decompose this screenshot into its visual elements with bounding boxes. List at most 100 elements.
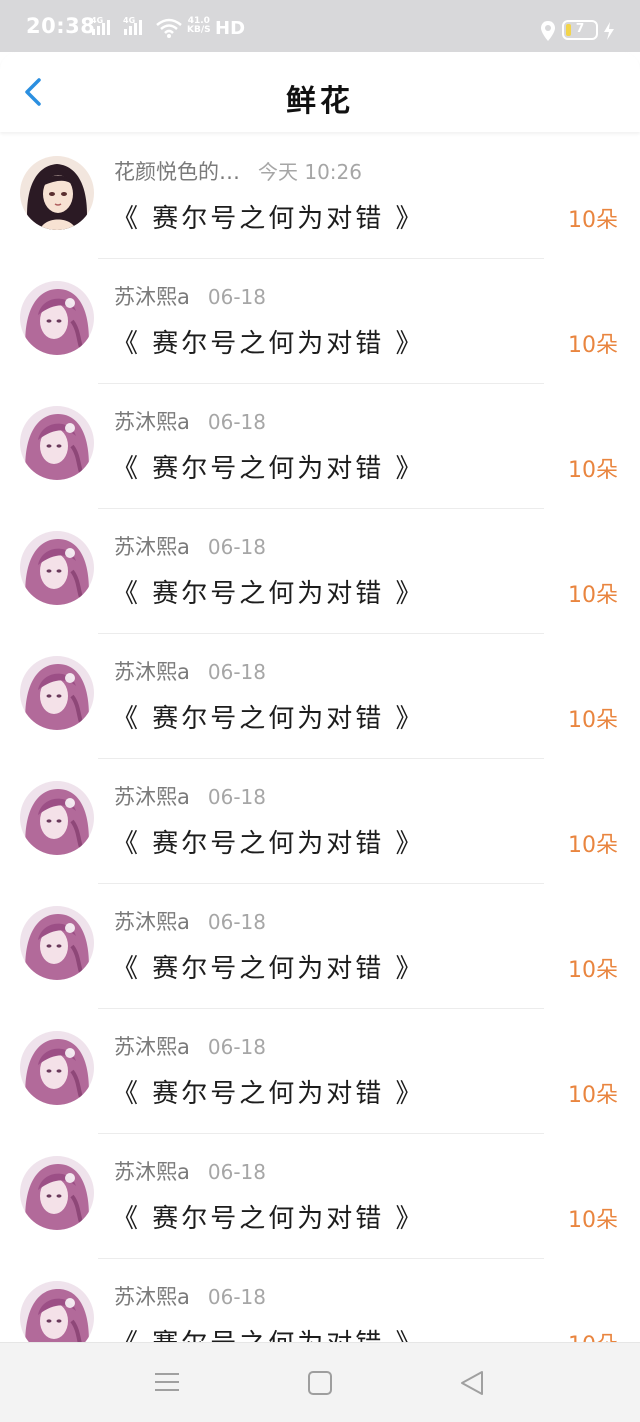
flower-count: 10朵 <box>568 833 618 858</box>
timestamp: 今天 10:26 <box>258 160 362 184</box>
back-triangle-icon[interactable] <box>458 1369 486 1397</box>
list-item-meta: 苏沐熙a 06-18 <box>114 531 266 561</box>
list-item-meta: 苏沐熙a 06-18 <box>114 1156 266 1186</box>
timestamp: 06-18 <box>207 1160 266 1184</box>
list-item-meta: 苏沐熙a 06-18 <box>114 406 266 436</box>
list-item[interactable]: 苏沐熙a 06-18 《 赛尔号之何为对错 》 10朵 <box>0 259 640 384</box>
list-item[interactable]: 苏沐熙a 06-18 《 赛尔号之何为对错 》 10朵 <box>0 384 640 509</box>
list-item-meta: 苏沐熙a 06-18 <box>114 281 266 311</box>
flower-count: 10朵 <box>568 708 618 733</box>
system-nav-bar <box>0 1342 640 1422</box>
location-icon <box>541 21 555 41</box>
hd-label: HD <box>215 18 246 39</box>
timestamp: 06-18 <box>207 660 266 684</box>
timestamp: 06-18 <box>207 535 266 559</box>
menu-icon[interactable] <box>154 1371 180 1393</box>
list-item-meta: 苏沐熙a 06-18 <box>114 1281 266 1311</box>
status-bar: 20:38 4G 4G 41.0 KB/S HD 7 <box>0 0 640 52</box>
username[interactable]: 苏沐熙a <box>114 910 190 934</box>
work-title[interactable]: 《 赛尔号之何为对错 》 <box>112 698 425 735</box>
anime-girl-pink-hair-avatar <box>20 906 94 980</box>
list-item-meta: 苏沐熙a 06-18 <box>114 656 266 686</box>
home-icon[interactable] <box>308 1371 332 1395</box>
page-title: 鲜花 <box>286 84 354 119</box>
list-item[interactable]: 苏沐熙a 06-18 《 赛尔号之何为对错 》 10朵 <box>0 509 640 634</box>
anime-girl-dark-hair-avatar <box>20 156 94 230</box>
avatar[interactable] <box>20 281 94 355</box>
username[interactable]: 苏沐熙a <box>114 285 190 309</box>
avatar[interactable] <box>20 1031 94 1105</box>
network-speed-unit: KB/S <box>187 25 211 35</box>
work-title[interactable]: 《 赛尔号之何为对错 》 <box>112 1323 425 1342</box>
username[interactable]: 苏沐熙a <box>114 660 190 684</box>
anime-girl-pink-hair-avatar <box>20 406 94 480</box>
list-item-meta: 苏沐熙a 06-18 <box>114 906 266 936</box>
list-item-meta: 苏沐熙a 06-18 <box>114 781 266 811</box>
signal-icon: 4G <box>91 16 110 35</box>
anime-girl-pink-hair-avatar <box>20 281 94 355</box>
battery-level: 7 <box>575 21 585 35</box>
work-title[interactable]: 《 赛尔号之何为对错 》 <box>112 1073 425 1110</box>
flower-count: 10朵 <box>568 208 618 233</box>
list-item[interactable]: 苏沐熙a 06-18 《 赛尔号之何为对错 》 10朵 <box>0 1009 640 1134</box>
flower-count: 10朵 <box>568 958 618 983</box>
timestamp: 06-18 <box>207 410 266 434</box>
work-title[interactable]: 《 赛尔号之何为对错 》 <box>112 323 425 360</box>
work-title[interactable]: 《 赛尔号之何为对错 》 <box>112 198 425 235</box>
wifi-icon <box>156 18 182 38</box>
username[interactable]: 花颜悦色的… <box>114 160 240 184</box>
work-title[interactable]: 《 赛尔号之何为对错 》 <box>112 823 425 860</box>
flower-list: 花颜悦色的… 今天 10:26 《 赛尔号之何为对错 》 10朵 苏沐熙a 06-1… <box>0 134 640 1342</box>
avatar[interactable] <box>20 156 94 230</box>
network-speed: 41.0 KB/S <box>187 17 211 35</box>
battery-icon: 7 <box>562 20 598 40</box>
list-item[interactable]: 苏沐熙a 06-18 《 赛尔号之何为对错 》 10朵 <box>0 1259 640 1342</box>
timestamp: 06-18 <box>207 910 266 934</box>
avatar[interactable] <box>20 906 94 980</box>
timestamp: 06-18 <box>207 1285 266 1309</box>
network-type-label: 4G <box>123 16 136 25</box>
network-type-label: 4G <box>91 16 104 25</box>
username[interactable]: 苏沐熙a <box>114 1035 190 1059</box>
list-item[interactable]: 花颜悦色的… 今天 10:26 《 赛尔号之何为对错 》 10朵 <box>0 134 640 259</box>
avatar[interactable] <box>20 781 94 855</box>
status-time: 20:38 <box>26 14 96 38</box>
flower-count: 10朵 <box>568 333 618 358</box>
username[interactable]: 苏沐熙a <box>114 535 190 559</box>
avatar[interactable] <box>20 1156 94 1230</box>
avatar[interactable] <box>20 1281 94 1342</box>
anime-girl-pink-hair-avatar <box>20 1031 94 1105</box>
anime-girl-pink-hair-avatar <box>20 781 94 855</box>
app-header: 鲜花 <box>0 52 640 132</box>
flower-count: 10朵 <box>568 1208 618 1233</box>
list-item[interactable]: 苏沐熙a 06-18 《 赛尔号之何为对错 》 10朵 <box>0 1134 640 1259</box>
avatar[interactable] <box>20 406 94 480</box>
flower-count: 10朵 <box>568 1083 618 1108</box>
timestamp: 06-18 <box>207 785 266 809</box>
work-title[interactable]: 《 赛尔号之何为对错 》 <box>112 448 425 485</box>
signal-icon: 4G <box>123 16 142 35</box>
avatar[interactable] <box>20 656 94 730</box>
list-item[interactable]: 苏沐熙a 06-18 《 赛尔号之何为对错 》 10朵 <box>0 759 640 884</box>
anime-girl-pink-hair-avatar <box>20 531 94 605</box>
avatar[interactable] <box>20 531 94 605</box>
anime-girl-pink-hair-avatar <box>20 656 94 730</box>
work-title[interactable]: 《 赛尔号之何为对错 》 <box>112 573 425 610</box>
work-title[interactable]: 《 赛尔号之何为对错 》 <box>112 948 425 985</box>
work-title[interactable]: 《 赛尔号之何为对错 》 <box>112 1198 425 1235</box>
username[interactable]: 苏沐熙a <box>114 410 190 434</box>
timestamp: 06-18 <box>207 285 266 309</box>
charging-icon <box>604 22 614 40</box>
username[interactable]: 苏沐熙a <box>114 1160 190 1184</box>
list-item-meta: 苏沐熙a 06-18 <box>114 1031 266 1061</box>
flower-count: 10朵 <box>568 583 618 608</box>
username[interactable]: 苏沐熙a <box>114 785 190 809</box>
flower-count: 10朵 <box>568 1327 618 1342</box>
list-item-meta: 花颜悦色的… 今天 10:26 <box>114 156 362 186</box>
timestamp: 06-18 <box>207 1035 266 1059</box>
anime-girl-pink-hair-avatar <box>20 1281 94 1342</box>
list-item[interactable]: 苏沐熙a 06-18 《 赛尔号之何为对错 》 10朵 <box>0 634 640 759</box>
flower-count: 10朵 <box>568 458 618 483</box>
list-item[interactable]: 苏沐熙a 06-18 《 赛尔号之何为对错 》 10朵 <box>0 884 640 1009</box>
username[interactable]: 苏沐熙a <box>114 1285 190 1309</box>
